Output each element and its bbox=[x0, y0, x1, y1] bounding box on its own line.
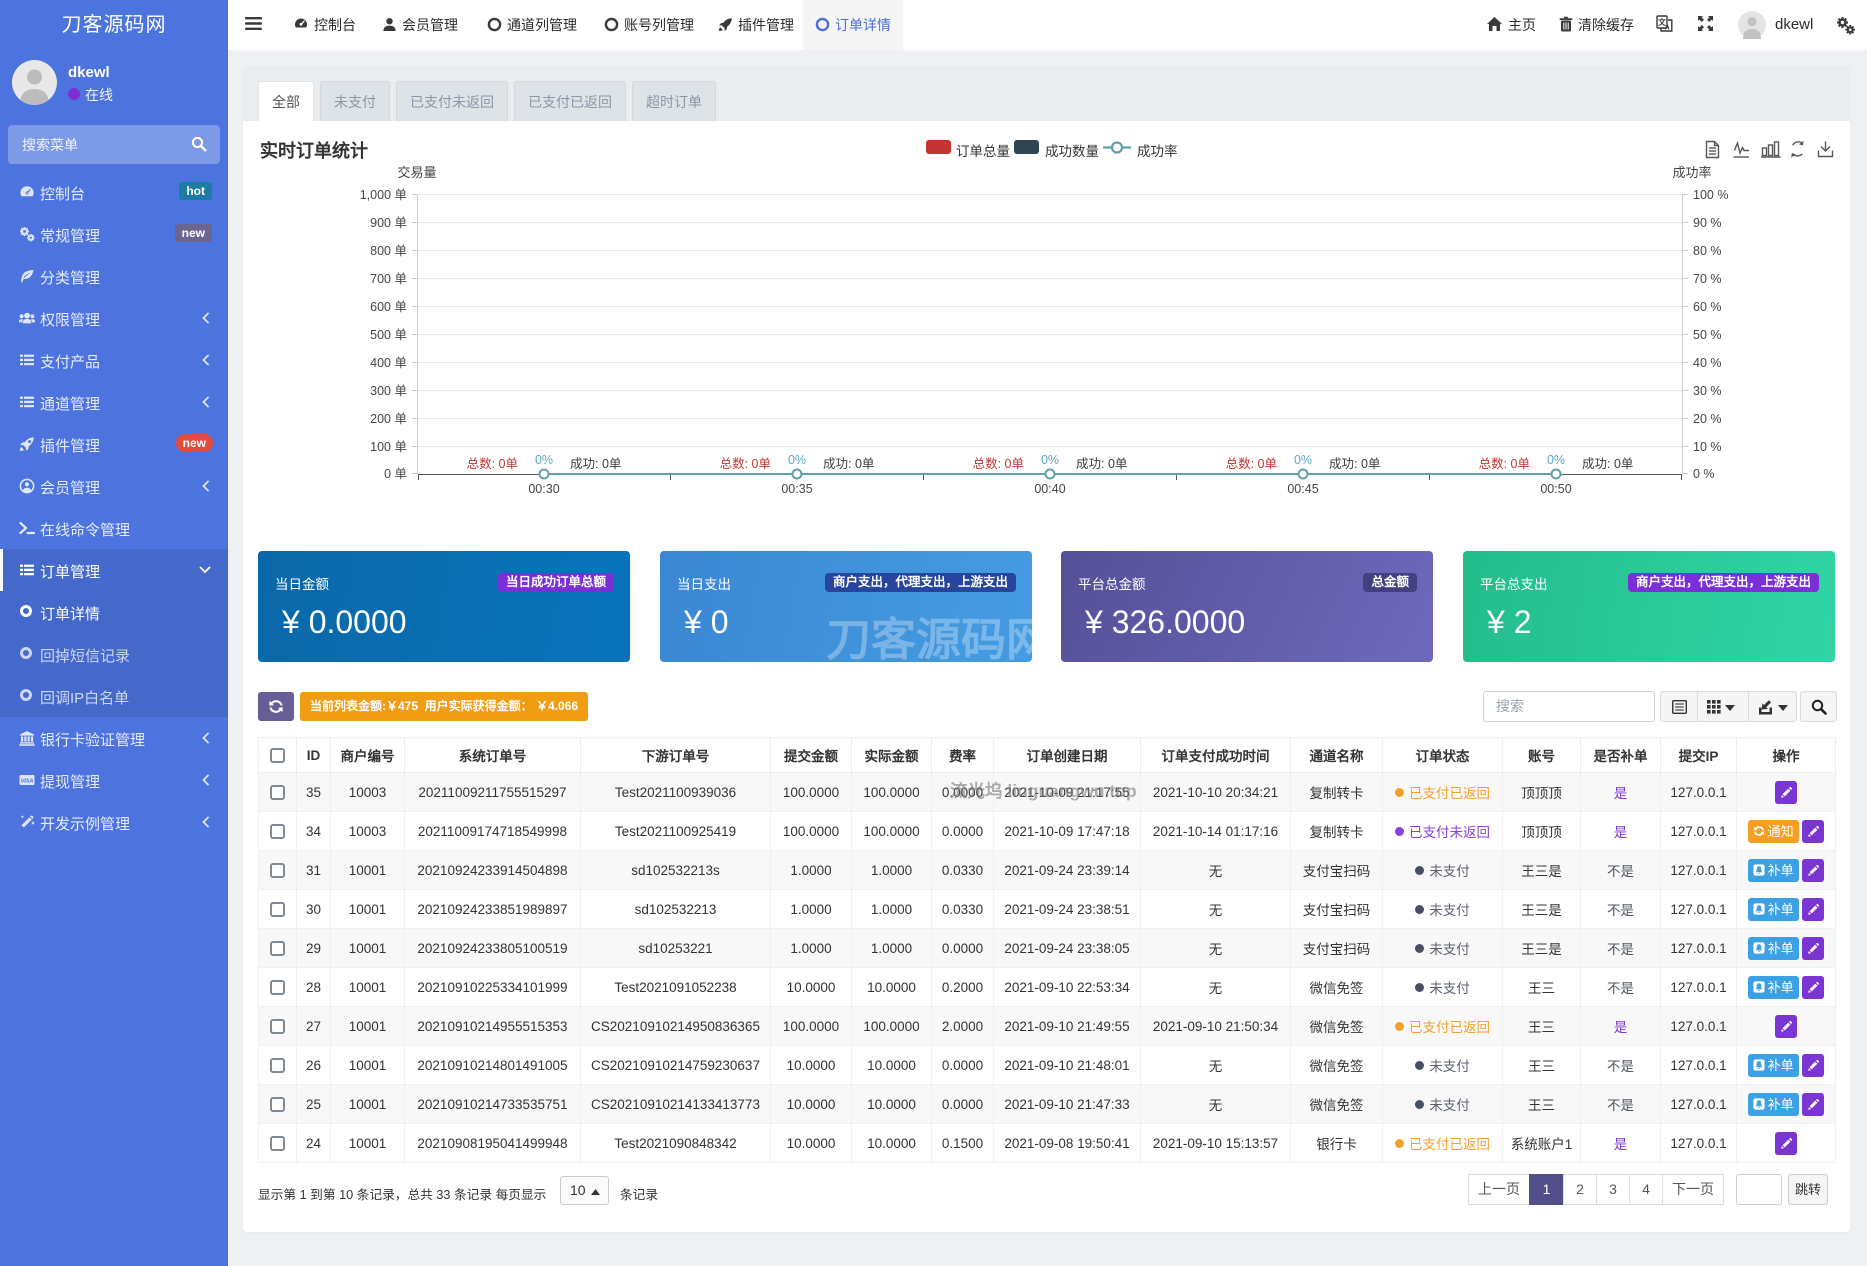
svg-text:0%: 0% bbox=[535, 453, 553, 467]
svg-text:0 单: 0 单 bbox=[384, 467, 407, 481]
svg-text:成功: 0单: 成功: 0单 bbox=[823, 457, 874, 471]
svg-text:300 单: 300 单 bbox=[370, 384, 407, 398]
svg-text:总数: 0单: 总数: 0单 bbox=[1226, 456, 1277, 471]
svg-text:成功: 0单: 成功: 0单 bbox=[570, 457, 621, 471]
svg-text:500 单: 500 单 bbox=[370, 328, 407, 342]
svg-text:80 %: 80 % bbox=[1693, 244, 1722, 258]
svg-text:100 单: 100 单 bbox=[370, 440, 407, 454]
svg-text:40 %: 40 % bbox=[1693, 356, 1722, 370]
svg-text:60 %: 60 % bbox=[1693, 300, 1722, 314]
svg-text:400 单: 400 单 bbox=[370, 356, 407, 370]
svg-text:00:50: 00:50 bbox=[1540, 482, 1571, 496]
svg-text:成功率: 成功率 bbox=[1672, 165, 1711, 180]
svg-text:VISA: VISA bbox=[21, 779, 34, 785]
svg-text:30 %: 30 % bbox=[1693, 384, 1722, 398]
svg-text:00:45: 00:45 bbox=[1287, 482, 1318, 496]
svg-text:10 %: 10 % bbox=[1693, 440, 1722, 454]
svg-text:0%: 0% bbox=[788, 453, 806, 467]
svg-text:200 单: 200 单 bbox=[370, 412, 407, 426]
svg-text:0 %: 0 % bbox=[1693, 467, 1715, 481]
svg-text:总数: 0单: 总数: 0单 bbox=[973, 456, 1024, 471]
svg-text:50 %: 50 % bbox=[1693, 328, 1722, 342]
svg-text:900 单: 900 单 bbox=[370, 216, 407, 230]
svg-text:00:30: 00:30 bbox=[528, 482, 559, 496]
svg-text:20 %: 20 % bbox=[1693, 412, 1722, 426]
svg-text:800 单: 800 单 bbox=[370, 244, 407, 258]
svg-text:700 单: 700 单 bbox=[370, 272, 407, 286]
svg-text:总数: 0单: 总数: 0单 bbox=[720, 456, 771, 471]
svg-text:0%: 0% bbox=[1041, 453, 1059, 467]
svg-text:0%: 0% bbox=[1547, 453, 1565, 467]
svg-text:00:40: 00:40 bbox=[1034, 482, 1065, 496]
svg-text:成功: 0单: 成功: 0单 bbox=[1076, 457, 1127, 471]
svg-text:1,000 单: 1,000 单 bbox=[360, 188, 407, 202]
svg-text:交易量: 交易量 bbox=[397, 165, 436, 180]
svg-text:600 单: 600 单 bbox=[370, 300, 407, 314]
svg-text:100 %: 100 % bbox=[1693, 188, 1728, 202]
svg-text:0%: 0% bbox=[1294, 453, 1312, 467]
svg-text:A: A bbox=[1665, 25, 1670, 32]
svg-text:00:35: 00:35 bbox=[781, 482, 812, 496]
svg-text:70 %: 70 % bbox=[1693, 272, 1722, 286]
svg-text:90 %: 90 % bbox=[1693, 216, 1722, 230]
svg-text:总数: 0单: 总数: 0单 bbox=[1479, 456, 1530, 471]
svg-text:总数: 0单: 总数: 0单 bbox=[467, 456, 518, 471]
svg-text:成功: 0单: 成功: 0单 bbox=[1329, 457, 1380, 471]
svg-text:成功: 0单: 成功: 0单 bbox=[1582, 457, 1633, 471]
